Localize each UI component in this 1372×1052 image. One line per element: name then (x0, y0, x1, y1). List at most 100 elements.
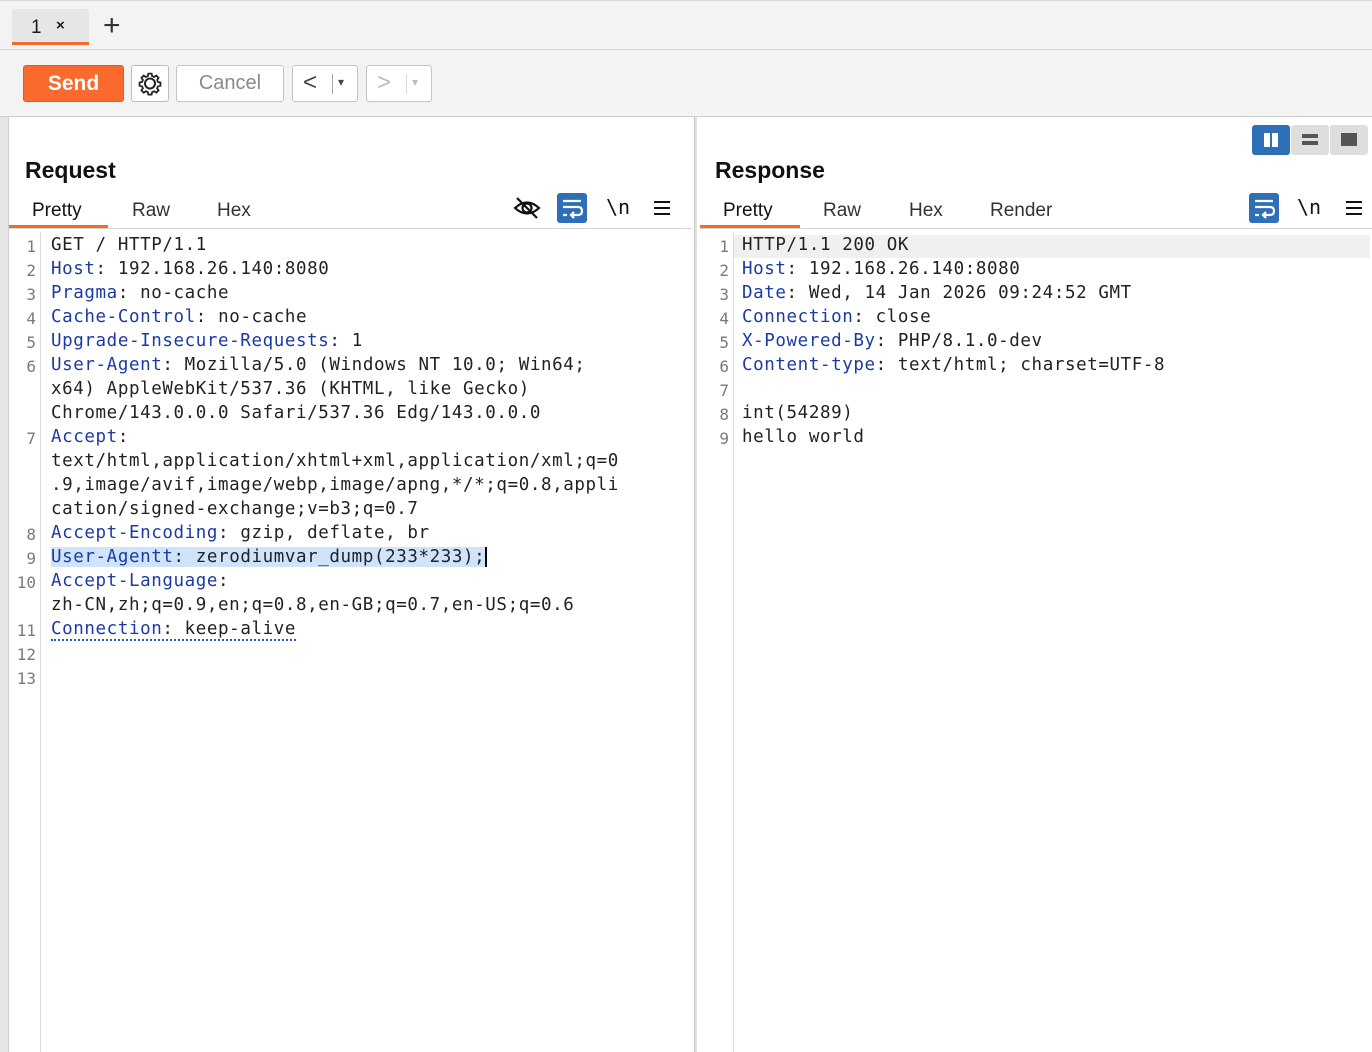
request-title: Request (25, 157, 116, 183)
code-line: .9,image/avif,image/webp,image/apng,*/*;… (51, 475, 619, 495)
header-name: Connection (742, 307, 854, 327)
code-line: Host: 192.168.26.140:8080 (51, 259, 329, 279)
text-selection: User-Agentt: zerodiumvar_dump(233*233); (51, 547, 486, 567)
send-button[interactable]: Send (23, 65, 124, 102)
header-name: Host (742, 259, 787, 279)
forward-button[interactable]: > ▾ (366, 65, 432, 102)
layout-tabs-icon[interactable] (1330, 125, 1368, 155)
tab-pretty[interactable]: Pretty (32, 200, 82, 222)
header-value: 1 (351, 331, 363, 351)
line-number: 2 (26, 261, 36, 280)
code-line: Connection: keep-alive (51, 619, 296, 641)
spellcheck-underline: Connection: keep-alive (51, 619, 296, 641)
word-wrap-icon[interactable] (1249, 193, 1279, 223)
header-separator: : (218, 571, 230, 591)
line-number: 9 (719, 429, 729, 448)
tab-hex[interactable]: Hex (909, 200, 943, 222)
line-number: 8 (26, 525, 36, 544)
divider (406, 74, 407, 94)
line-number: 12 (16, 645, 36, 664)
gear-icon (138, 72, 162, 96)
header-separator: : (117, 427, 129, 447)
tab-raw[interactable]: Raw (132, 200, 170, 222)
code-line: cation/signed-exchange;v=b3;q=0.7 (51, 499, 418, 519)
menu-icon[interactable] (647, 193, 677, 223)
left-edge-strip (0, 117, 9, 1052)
line-number: 1 (26, 237, 36, 256)
header-separator: : (117, 283, 141, 303)
header-value: no-cache (218, 307, 308, 327)
header-value: close (875, 307, 932, 327)
line-text: int(54289) (742, 403, 854, 423)
chevron-down-icon[interactable]: ▾ (412, 75, 418, 89)
line-number: 13 (16, 669, 36, 688)
response-pane: Response Pretty Raw Hex Render \n 1 HTTP/… (697, 117, 1372, 1052)
line-number: 5 (719, 333, 729, 352)
settings-button[interactable] (131, 65, 169, 102)
back-button[interactable]: < ▾ (292, 65, 358, 102)
tab-raw[interactable]: Raw (823, 200, 861, 222)
active-tab-indicator (700, 225, 800, 228)
header-value: no-cache (140, 283, 230, 303)
line-text: hello world (742, 427, 865, 447)
tab-pretty[interactable]: Pretty (723, 200, 773, 222)
header-name: X-Powered-By (742, 331, 876, 351)
line-text: cation/signed-exchange;v=b3;q=0.7 (51, 499, 419, 519)
layout-side-by-side-icon[interactable] (1252, 125, 1290, 155)
code-line: hello world (742, 427, 865, 447)
tab-render[interactable]: Render (990, 200, 1052, 222)
line-number: 9 (26, 549, 36, 568)
line-number: 3 (26, 285, 36, 304)
line-number: 2 (719, 261, 729, 280)
header-separator: : (875, 331, 898, 351)
line-number: 7 (719, 381, 729, 400)
header-name: Cache-Control (51, 307, 196, 327)
code-line: Host: 192.168.26.140:8080 (742, 259, 1020, 279)
menu-icon[interactable] (1339, 193, 1369, 223)
header-value: 192.168.26.140:8080 (117, 259, 330, 279)
tab-hex[interactable]: Hex (217, 200, 251, 222)
header-value: keep-alive (184, 619, 296, 639)
add-tab-icon[interactable]: + (103, 11, 121, 41)
code-line: User-Agentt: zerodiumvar_dump(233*233); (51, 547, 488, 567)
code-line: X-Powered-By: PHP/8.1.0-dev (742, 331, 1043, 351)
header-value: zerodiumvar_dump(233*233); (195, 547, 486, 567)
header-value: text/html; charset=UTF-8 (897, 355, 1166, 375)
line-number-gutter (697, 232, 734, 1052)
line-number: 6 (719, 357, 729, 376)
header-separator: : (853, 307, 876, 327)
header-separator: : (162, 619, 185, 639)
code-line: User-Agent: Mozilla/5.0 (Windows NT 10.0… (51, 355, 586, 375)
layout-stacked-icon[interactable] (1291, 125, 1329, 155)
newline-toggle-icon[interactable]: \n (1294, 193, 1324, 223)
line-text: Chrome/143.0.0.0 Safari/537.36 Edg/143.0… (51, 403, 541, 423)
code-line: int(54289) (742, 403, 853, 423)
header-name: Accept-Language (51, 571, 219, 591)
tab-1[interactable]: 1 × (12, 9, 89, 45)
response-editor[interactable]: 1 HTTP/1.1 200 OK 2 Host: 192.168.26.140:80… (697, 232, 1372, 1052)
code-line: Date: Wed, 14 Jan 2026 09:24:52 GMT (742, 283, 1132, 303)
header-separator: : (786, 283, 809, 303)
line-number: 11 (16, 621, 36, 640)
header-separator: : (95, 259, 118, 279)
header-name: Date (742, 283, 787, 303)
code-line: Connection: close (742, 307, 931, 327)
response-title: Response (715, 157, 825, 183)
chevron-down-icon[interactable]: ▾ (338, 75, 344, 89)
active-tab-indicator (9, 225, 108, 228)
word-wrap-icon[interactable] (557, 193, 587, 223)
close-icon[interactable]: × (56, 17, 65, 34)
cancel-button[interactable]: Cancel (176, 65, 284, 102)
code-line: Content-type: text/html; charset=UTF-8 (742, 355, 1165, 375)
hide-non-printable-icon[interactable] (512, 193, 542, 223)
line-text: .9,image/avif,image/webp,image/apng,*/*;… (51, 475, 619, 495)
header-value: Wed, 14 Jan 2026 09:24:52 GMT (808, 283, 1132, 303)
request-editor[interactable]: 1 GET / HTTP/1.1 2 Host: 192.168.26.140:808… (9, 232, 695, 1052)
header-separator: : (162, 355, 185, 375)
header-name: Accept (51, 427, 118, 447)
newline-toggle-icon[interactable]: \n (603, 193, 633, 223)
header-value: gzip, deflate, br (240, 523, 430, 543)
text-cursor (485, 547, 488, 567)
request-pane: Request Pretty Raw Hex \n 1 GET / HTTP/1.… (9, 117, 695, 1052)
header-name: User-Agentt (51, 547, 174, 567)
